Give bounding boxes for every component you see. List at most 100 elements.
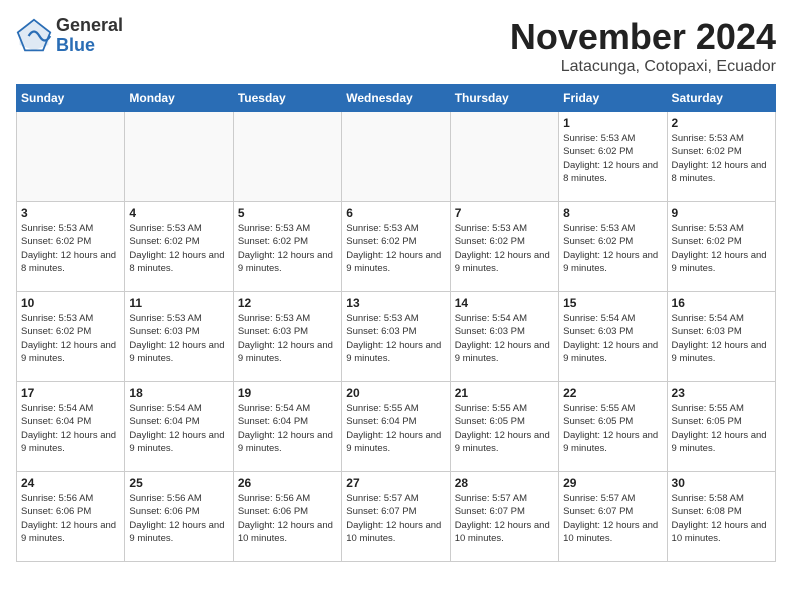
- logo-text: General Blue: [56, 16, 123, 56]
- day-info: Sunrise: 5:53 AMSunset: 6:02 PMDaylight:…: [563, 132, 662, 185]
- calendar-cell: [125, 112, 233, 202]
- calendar-cell: 28 Sunrise: 5:57 AMSunset: 6:07 PMDayligh…: [450, 472, 558, 562]
- day-number: 5: [238, 206, 337, 220]
- day-info: Sunrise: 5:55 AMSunset: 6:05 PMDaylight:…: [672, 402, 771, 455]
- day-info: Sunrise: 5:54 AMSunset: 6:03 PMDaylight:…: [672, 312, 771, 365]
- day-number: 14: [455, 296, 554, 310]
- day-info: Sunrise: 5:53 AMSunset: 6:03 PMDaylight:…: [129, 312, 228, 365]
- day-number: 6: [346, 206, 445, 220]
- day-info: Sunrise: 5:53 AMSunset: 6:03 PMDaylight:…: [238, 312, 337, 365]
- day-info: Sunrise: 5:56 AMSunset: 6:06 PMDaylight:…: [238, 492, 337, 545]
- day-number: 18: [129, 386, 228, 400]
- day-info: Sunrise: 5:55 AMSunset: 6:05 PMDaylight:…: [563, 402, 662, 455]
- day-number: 28: [455, 476, 554, 490]
- calendar-cell: [233, 112, 341, 202]
- day-number: 23: [672, 386, 771, 400]
- day-info: Sunrise: 5:57 AMSunset: 6:07 PMDaylight:…: [346, 492, 445, 545]
- day-info: Sunrise: 5:54 AMSunset: 6:03 PMDaylight:…: [563, 312, 662, 365]
- page-header: General Blue November 2024 Latacunga, Co…: [16, 16, 776, 76]
- day-info: Sunrise: 5:55 AMSunset: 6:04 PMDaylight:…: [346, 402, 445, 455]
- day-number: 8: [563, 206, 662, 220]
- calendar-cell: 1 Sunrise: 5:53 AMSunset: 6:02 PMDaylight…: [559, 112, 667, 202]
- calendar-cell: 13 Sunrise: 5:53 AMSunset: 6:03 PMDayligh…: [342, 292, 450, 382]
- calendar-cell: 30 Sunrise: 5:58 AMSunset: 6:08 PMDayligh…: [667, 472, 775, 562]
- month-title: November 2024: [510, 16, 776, 58]
- day-info: Sunrise: 5:57 AMSunset: 6:07 PMDaylight:…: [563, 492, 662, 545]
- day-number: 19: [238, 386, 337, 400]
- day-number: 13: [346, 296, 445, 310]
- day-number: 3: [21, 206, 120, 220]
- calendar-cell: 25 Sunrise: 5:56 AMSunset: 6:06 PMDayligh…: [125, 472, 233, 562]
- day-info: Sunrise: 5:53 AMSunset: 6:02 PMDaylight:…: [21, 222, 120, 275]
- weekday-header: Thursday: [450, 85, 558, 112]
- day-info: Sunrise: 5:56 AMSunset: 6:06 PMDaylight:…: [129, 492, 228, 545]
- calendar-cell: 8 Sunrise: 5:53 AMSunset: 6:02 PMDaylight…: [559, 202, 667, 292]
- calendar-cell: 26 Sunrise: 5:56 AMSunset: 6:06 PMDayligh…: [233, 472, 341, 562]
- day-info: Sunrise: 5:53 AMSunset: 6:02 PMDaylight:…: [238, 222, 337, 275]
- day-number: 7: [455, 206, 554, 220]
- weekday-header: Wednesday: [342, 85, 450, 112]
- day-number: 11: [129, 296, 228, 310]
- day-number: 2: [672, 116, 771, 130]
- day-info: Sunrise: 5:53 AMSunset: 6:03 PMDaylight:…: [346, 312, 445, 365]
- day-number: 26: [238, 476, 337, 490]
- day-number: 20: [346, 386, 445, 400]
- day-number: 17: [21, 386, 120, 400]
- calendar-cell: 18 Sunrise: 5:54 AMSunset: 6:04 PMDayligh…: [125, 382, 233, 472]
- day-info: Sunrise: 5:53 AMSunset: 6:02 PMDaylight:…: [672, 222, 771, 275]
- calendar-week-row: 24Sunrise: 5:56 AMSunset: 6:06 PMDayligh…: [17, 472, 776, 562]
- calendar-cell: 3 Sunrise: 5:53 AMSunset: 6:02 PMDaylight…: [17, 202, 125, 292]
- calendar-table: SundayMondayTuesdayWednesdayThursdayFrid…: [16, 84, 776, 562]
- day-info: Sunrise: 5:54 AMSunset: 6:04 PMDaylight:…: [129, 402, 228, 455]
- calendar-cell: 6 Sunrise: 5:53 AMSunset: 6:02 PMDaylight…: [342, 202, 450, 292]
- calendar-cell: 9 Sunrise: 5:53 AMSunset: 6:02 PMDaylight…: [667, 202, 775, 292]
- logo-general: General: [56, 16, 123, 36]
- day-info: Sunrise: 5:56 AMSunset: 6:06 PMDaylight:…: [21, 492, 120, 545]
- weekday-header: Sunday: [17, 85, 125, 112]
- day-info: Sunrise: 5:53 AMSunset: 6:02 PMDaylight:…: [21, 312, 120, 365]
- calendar-cell: 14 Sunrise: 5:54 AMSunset: 6:03 PMDayligh…: [450, 292, 558, 382]
- calendar-cell: 22Sunrise: 5:55 AMSunset: 6:05 PMDayligh…: [559, 382, 667, 472]
- day-number: 15: [563, 296, 662, 310]
- title-area: November 2024 Latacunga, Cotopaxi, Ecuad…: [510, 16, 776, 76]
- calendar-week-row: 17 Sunrise: 5:54 AMSunset: 6:04 PMDayligh…: [17, 382, 776, 472]
- calendar-cell: 4 Sunrise: 5:53 AMSunset: 6:02 PMDaylight…: [125, 202, 233, 292]
- day-number: 21: [455, 386, 554, 400]
- calendar-cell: 5 Sunrise: 5:53 AMSunset: 6:02 PMDaylight…: [233, 202, 341, 292]
- day-number: 9: [672, 206, 771, 220]
- day-number: 10: [21, 296, 120, 310]
- day-number: 12: [238, 296, 337, 310]
- calendar-cell: 11 Sunrise: 5:53 AMSunset: 6:03 PMDayligh…: [125, 292, 233, 382]
- calendar-cell: 10 Sunrise: 5:53 AMSunset: 6:02 PMDayligh…: [17, 292, 125, 382]
- day-number: 30: [672, 476, 771, 490]
- calendar-cell: 27 Sunrise: 5:57 AMSunset: 6:07 PMDayligh…: [342, 472, 450, 562]
- day-number: 16: [672, 296, 771, 310]
- weekday-header: Saturday: [667, 85, 775, 112]
- day-info: Sunrise: 5:53 AMSunset: 6:02 PMDaylight:…: [129, 222, 228, 275]
- day-info: Sunrise: 5:53 AMSunset: 6:02 PMDaylight:…: [346, 222, 445, 275]
- day-info: Sunrise: 5:53 AMSunset: 6:02 PMDaylight:…: [563, 222, 662, 275]
- calendar-cell: 20 Sunrise: 5:55 AMSunset: 6:04 PMDayligh…: [342, 382, 450, 472]
- calendar-week-row: 10 Sunrise: 5:53 AMSunset: 6:02 PMDayligh…: [17, 292, 776, 382]
- calendar-cell: 7Sunrise: 5:53 AMSunset: 6:02 PMDaylight…: [450, 202, 558, 292]
- weekday-header: Friday: [559, 85, 667, 112]
- calendar-week-row: 3 Sunrise: 5:53 AMSunset: 6:02 PMDaylight…: [17, 202, 776, 292]
- day-number: 25: [129, 476, 228, 490]
- location-title: Latacunga, Cotopaxi, Ecuador: [510, 58, 776, 76]
- day-number: 1: [563, 116, 662, 130]
- day-info: Sunrise: 5:54 AMSunset: 6:03 PMDaylight:…: [455, 312, 554, 365]
- calendar-cell: 15 Sunrise: 5:54 AMSunset: 6:03 PMDayligh…: [559, 292, 667, 382]
- day-info: Sunrise: 5:58 AMSunset: 6:08 PMDaylight:…: [672, 492, 771, 545]
- calendar-cell: 24Sunrise: 5:56 AMSunset: 6:06 PMDayligh…: [17, 472, 125, 562]
- day-number: 4: [129, 206, 228, 220]
- day-info: Sunrise: 5:55 AMSunset: 6:05 PMDaylight:…: [455, 402, 554, 455]
- calendar-cell: 29Sunrise: 5:57 AMSunset: 6:07 PMDayligh…: [559, 472, 667, 562]
- day-info: Sunrise: 5:54 AMSunset: 6:04 PMDaylight:…: [238, 402, 337, 455]
- day-info: Sunrise: 5:57 AMSunset: 6:07 PMDaylight:…: [455, 492, 554, 545]
- calendar-cell: 19 Sunrise: 5:54 AMSunset: 6:04 PMDayligh…: [233, 382, 341, 472]
- day-info: Sunrise: 5:53 AMSunset: 6:02 PMDaylight:…: [672, 132, 771, 185]
- day-info: Sunrise: 5:54 AMSunset: 6:04 PMDaylight:…: [21, 402, 120, 455]
- day-number: 27: [346, 476, 445, 490]
- logo-blue: Blue: [56, 36, 123, 56]
- logo: General Blue: [16, 16, 123, 56]
